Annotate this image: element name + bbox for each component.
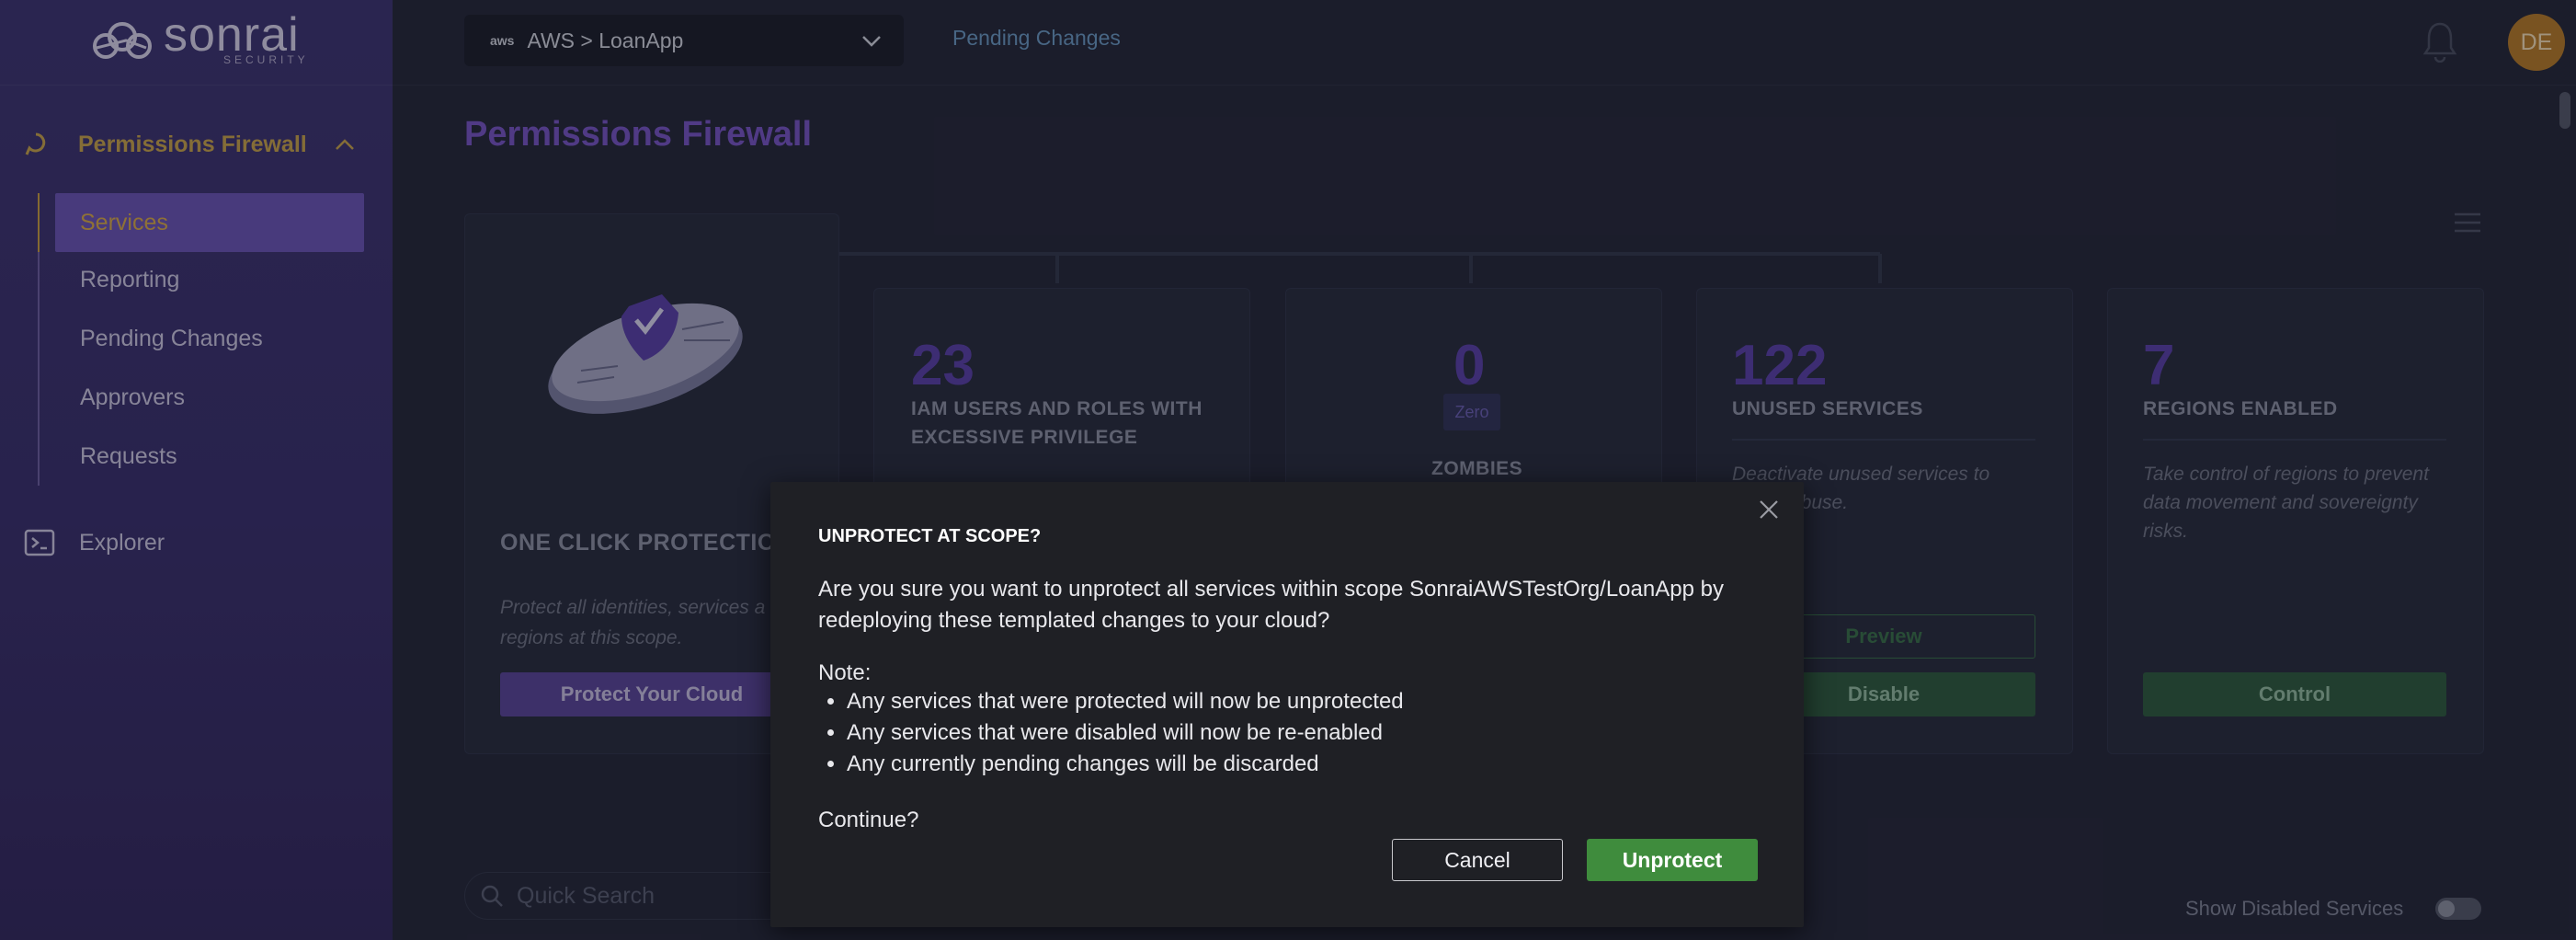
dialog-continue-prompt: Continue? [818,808,919,832]
unprotect-button[interactable]: Unprotect [1587,839,1758,881]
dialog-body: Are you sure you want to unprotect all s… [818,577,1724,633]
cancel-button[interactable]: Cancel [1392,839,1563,881]
close-icon[interactable] [1758,499,1780,521]
dialog-note-list: Any services that were protected will no… [818,686,1404,780]
dialog-title: UNPROTECT AT SCOPE? [818,526,1042,546]
unprotect-dialog: UNPROTECT AT SCOPE? Are you sure you wan… [770,482,1804,927]
list-item: Any currently pending changes will be di… [847,749,1404,780]
list-item: Any services that were disabled will now… [847,717,1404,749]
list-item: Any services that were protected will no… [847,686,1404,717]
dialog-note-label: Note: [818,660,872,685]
